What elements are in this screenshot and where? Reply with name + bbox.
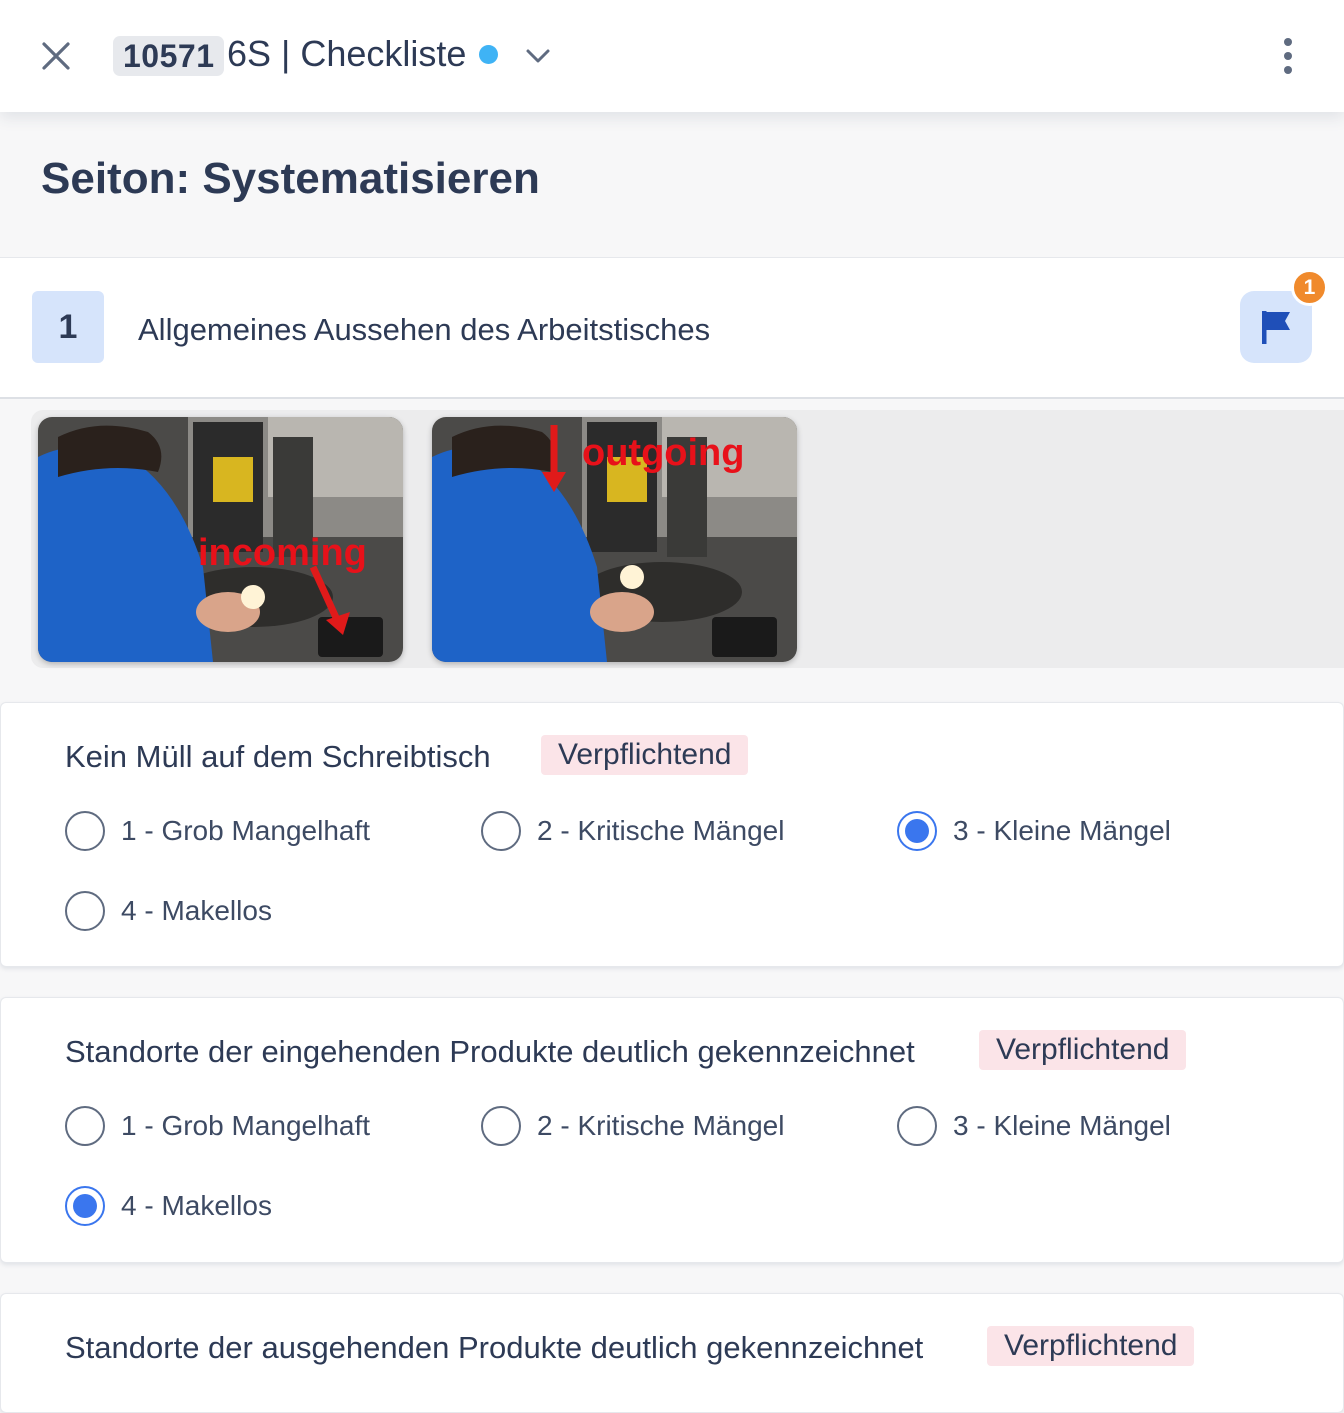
rating-option-label: 4 - Makellos (121, 1190, 272, 1221)
radio-button[interactable] (481, 1106, 521, 1146)
radio-button-selected[interactable] (65, 1186, 105, 1226)
question-card: Standorte der ausgehenden Produkte deutl… (0, 1293, 1344, 1413)
question-title: Kein Müll auf dem Schreibtisch (65, 739, 491, 774)
rating-option-1[interactable]: 1 - Grob Mangelhaft (65, 809, 370, 853)
item-number: 1 (32, 291, 104, 363)
title-dropdown-button[interactable] (520, 38, 556, 74)
rating-option-2[interactable]: 2 - Kritische Mängel (481, 1104, 784, 1148)
rating-option-3[interactable]: 3 - Kleine Mängel (897, 1104, 1171, 1148)
image-overlay-label: incoming (198, 532, 367, 574)
radio-button[interactable] (65, 891, 105, 931)
top-bar: 10571 6S | Checkliste (0, 0, 1344, 112)
section-title: Seiton: Systematisieren (41, 154, 540, 203)
question-title: Standorte der eingehenden Produkte deutl… (65, 1034, 915, 1069)
question-title: Standorte der ausgehenden Produkte deutl… (65, 1330, 924, 1365)
radio-button[interactable] (897, 1106, 937, 1146)
status-dot (479, 45, 498, 64)
question-card: Kein Müll auf dem Schreibtisch Verpflich… (0, 702, 1344, 967)
image-overlay-label: outgoing (582, 432, 744, 474)
rating-option-label: 1 - Grob Mangelhaft (121, 1110, 371, 1141)
rating-option-4[interactable]: 4 - Makellos (65, 1184, 272, 1228)
flag-icon (1262, 311, 1290, 344)
checklist-title: 6S | Checkliste (227, 33, 467, 74)
rating-option-2[interactable]: 2 - Kritische Mängel (481, 809, 784, 853)
close-icon (42, 42, 70, 70)
more-vertical-icon (1284, 38, 1292, 46)
radio-button[interactable] (65, 811, 105, 851)
item-title: Allgemeines Aussehen des Arbeitstisches (138, 312, 711, 347)
rating-option-label: 1 - Grob Mangelhaft (121, 815, 371, 846)
rating-option-label: 3 - Kleine Mängel (953, 1110, 1171, 1141)
radio-button[interactable] (481, 811, 521, 851)
rating-option-1[interactable]: 1 - Grob Mangelhaft (65, 1104, 370, 1148)
required-badge: Verpflichtend (979, 1030, 1187, 1070)
rating-option-label: 4 - Makellos (121, 895, 272, 926)
checklist-id-badge: 10571 (113, 36, 225, 76)
required-badge: Verpflichtend (987, 1326, 1195, 1366)
photo-thumbnail-outgoing[interactable]: outgoing (432, 417, 797, 662)
close-button[interactable] (34, 34, 78, 78)
flag-count-badge: 1 (1291, 269, 1328, 306)
rating-option-3[interactable]: 3 - Kleine Mängel (897, 809, 1171, 853)
question-card: Standorte der eingehenden Produkte deutl… (0, 997, 1344, 1263)
rating-option-4[interactable]: 4 - Makellos (65, 889, 272, 933)
more-options-button[interactable] (1268, 34, 1308, 78)
image-gallery: incoming outgoing (31, 410, 1344, 668)
rating-option-label: 3 - Kleine Mängel (953, 815, 1171, 846)
checklist-item-header: 1 Allgemeines Aussehen des Arbeitstische… (0, 257, 1344, 399)
rating-option-label: 2 - Kritische Mängel (537, 1110, 785, 1141)
rating-option-label: 2 - Kritische Mängel (537, 815, 785, 846)
chevron-down-icon (526, 49, 550, 63)
photo-thumbnail-incoming[interactable]: incoming (38, 417, 403, 662)
radio-button[interactable] (65, 1106, 105, 1146)
radio-button-selected[interactable] (897, 811, 937, 851)
required-badge: Verpflichtend (541, 735, 749, 775)
